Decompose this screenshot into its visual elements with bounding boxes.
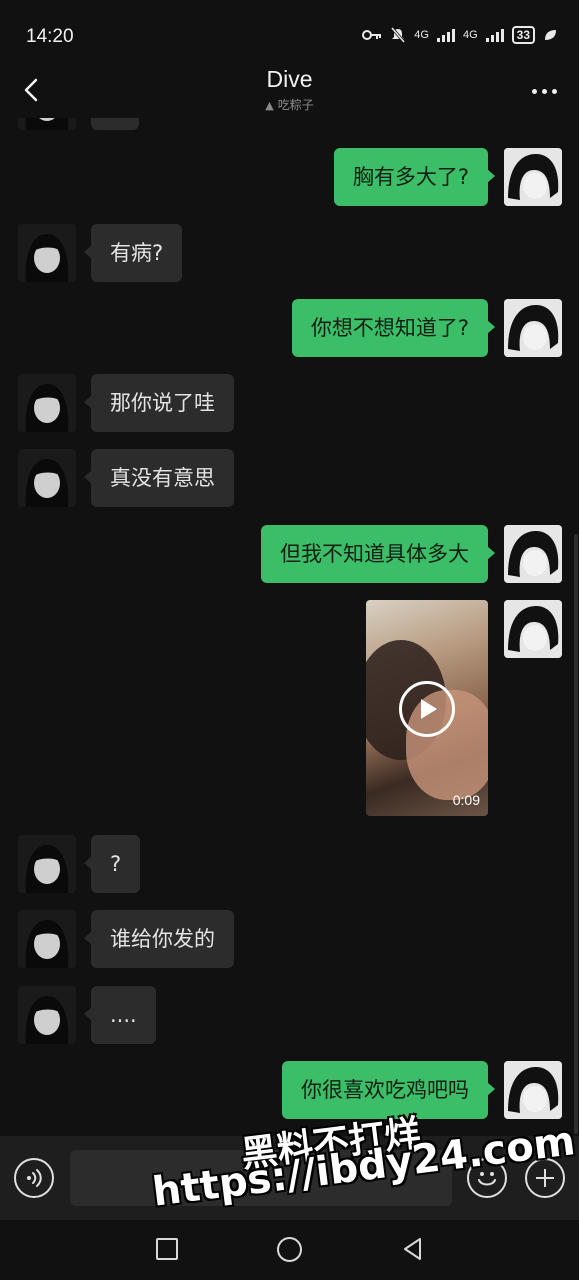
avatar[interactable] xyxy=(504,525,562,583)
avatar[interactable] xyxy=(504,600,562,658)
back-triangle-icon xyxy=(404,1238,421,1260)
signal-icon xyxy=(436,28,455,42)
system-back-button[interactable] xyxy=(400,1236,426,1262)
chat-subtitle: ▲ 吃粽子 xyxy=(0,96,579,113)
signal-icon xyxy=(485,28,504,42)
more-dots-icon xyxy=(531,88,537,94)
status-tree-icon: ▲ xyxy=(265,99,274,112)
chat-header: Dive ▲ 吃粽子 xyxy=(0,62,579,118)
message-bubble-incoming[interactable]: .... xyxy=(84,986,156,1044)
avatar-image xyxy=(504,600,562,658)
message-bubble-incoming[interactable]: 谁给你发的 xyxy=(84,910,234,968)
avatar-image xyxy=(18,986,76,1044)
message-bubble-outgoing[interactable]: 胸有多大了? xyxy=(333,148,496,206)
avatar-image xyxy=(18,374,76,432)
avatar[interactable] xyxy=(504,148,562,206)
more-dots-icon xyxy=(551,88,557,94)
key-icon xyxy=(362,30,382,40)
avatar-image xyxy=(504,525,562,583)
video-message[interactable]: 0:09 xyxy=(366,600,488,816)
message-bubble-incoming[interactable]: 有病? xyxy=(83,224,183,282)
play-icon[interactable] xyxy=(399,681,455,737)
navigation-bar xyxy=(0,1220,579,1280)
more-dots-icon xyxy=(541,88,547,94)
avatar-image xyxy=(504,1061,562,1119)
status-bar: 14:20 4G 4G 33 xyxy=(0,0,579,70)
home-button[interactable] xyxy=(277,1237,302,1262)
recent-apps-button[interactable] xyxy=(156,1238,178,1260)
mute-bell-icon xyxy=(391,27,406,43)
battery-icon: 33 xyxy=(511,26,535,44)
message-bubble-incoming[interactable] xyxy=(91,118,139,130)
message-bubble-outgoing[interactable]: 你想不想知道了? xyxy=(291,299,496,357)
message-bubble-incoming[interactable]: 那你说了哇 xyxy=(84,374,234,432)
avatar[interactable] xyxy=(18,910,76,968)
voice-icon xyxy=(27,1169,42,1187)
avatar-image xyxy=(18,224,76,282)
message-bubble-incoming[interactable]: 真没有意思 xyxy=(84,449,234,507)
status-icons: 4G 4G 33 xyxy=(362,26,557,44)
avatar[interactable] xyxy=(18,118,76,130)
scrollbar[interactable] xyxy=(574,534,578,1134)
avatar-image xyxy=(18,835,76,893)
chat-subtitle-text: 吃粽子 xyxy=(277,98,314,112)
network-label-1: 4G xyxy=(414,29,429,41)
leaf-icon xyxy=(545,30,556,40)
message-list[interactable]: 胸有多大了? 有病? 你想不想知道了? 那你说了哇 真没有意思 但我不知道具体多… xyxy=(0,118,579,1136)
message-bubble-incoming[interactable]: ? xyxy=(83,835,141,893)
avatar[interactable] xyxy=(18,449,76,507)
avatar[interactable] xyxy=(504,299,562,357)
avatar-image xyxy=(504,148,562,206)
chat-title: Dive xyxy=(266,66,313,92)
status-time: 14:20 xyxy=(26,26,74,47)
voice-button[interactable] xyxy=(14,1158,54,1198)
avatar[interactable] xyxy=(18,374,76,432)
avatar[interactable] xyxy=(18,835,76,893)
avatar[interactable] xyxy=(18,224,76,282)
avatar-image xyxy=(18,910,76,968)
avatar[interactable] xyxy=(504,1061,562,1119)
more-options-button[interactable] xyxy=(527,76,561,106)
avatar-image xyxy=(18,449,76,507)
video-duration: 0:09 xyxy=(452,792,480,808)
avatar[interactable] xyxy=(18,986,76,1044)
network-label-2: 4G xyxy=(462,29,478,41)
avatar-image xyxy=(504,299,562,357)
avatar-image xyxy=(18,118,76,130)
message-bubble-outgoing[interactable]: 但我不知道具体多大 xyxy=(261,525,495,583)
